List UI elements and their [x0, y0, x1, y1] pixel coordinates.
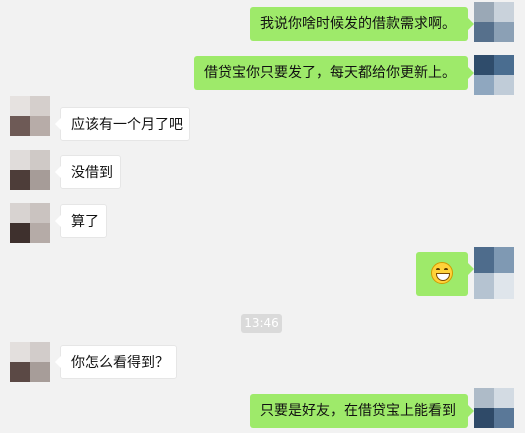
message-bubble-self[interactable]: 借贷宝你只要发了，每天都给你更新上。 [194, 56, 474, 90]
message-text: 没借到 [71, 165, 113, 181]
timestamp-label: 13:46 [241, 314, 282, 333]
message-text: 借贷宝你只要发了，每天都给你更新上。 [204, 65, 456, 81]
message-bubble-other[interactable]: 算了 [55, 204, 107, 238]
other-avatar[interactable] [10, 96, 50, 136]
other-avatar[interactable] [10, 150, 50, 190]
self-avatar[interactable] [474, 2, 514, 42]
message-bubble-self[interactable]: 只要是好友，在借贷宝上能看到 [250, 394, 474, 428]
message-text: 只要是好友，在借贷宝上能看到 [260, 403, 456, 419]
self-avatar[interactable] [474, 55, 514, 95]
self-avatar[interactable] [474, 247, 514, 299]
other-avatar[interactable] [10, 203, 50, 243]
message-bubble-other[interactable]: 你怎么看得到？ [55, 345, 177, 379]
self-avatar[interactable] [474, 388, 514, 428]
message-text: 应该有一个月了吧 [71, 117, 183, 133]
message-bubble-other[interactable]: 没借到 [55, 155, 121, 189]
grin-emoji-icon [431, 261, 453, 284]
message-bubble-other[interactable]: 应该有一个月了吧 [55, 107, 190, 141]
message-bubble-self[interactable]: 我说你啥时候发的借款需求啊。 [250, 7, 474, 41]
message-text: 算了 [71, 214, 99, 230]
message-text: 你怎么看得到？ [71, 355, 169, 371]
other-avatar[interactable] [10, 342, 50, 382]
message-bubble-self[interactable] [416, 252, 474, 296]
message-text: 我说你啥时候发的借款需求啊。 [260, 16, 456, 32]
